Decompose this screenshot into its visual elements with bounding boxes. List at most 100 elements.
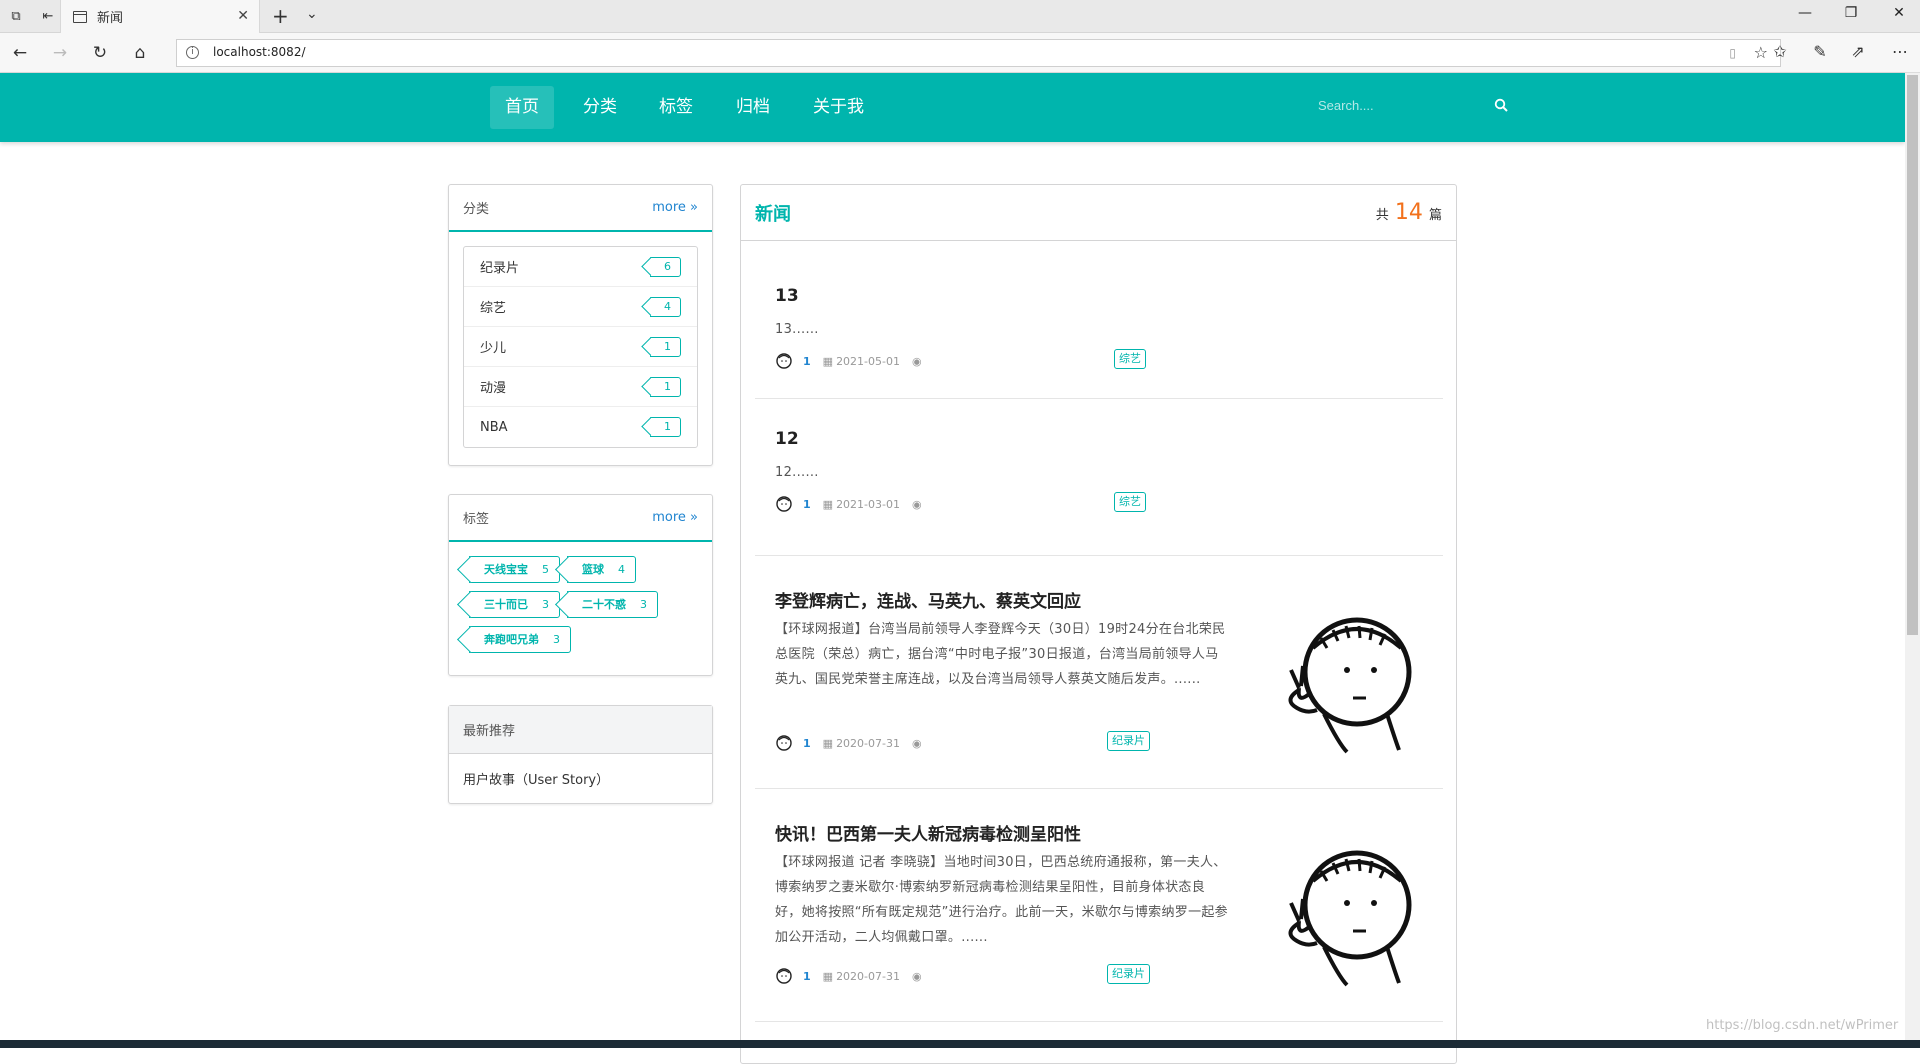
double-chevron-right-icon: » [690, 510, 698, 525]
category-count-label: 1 [650, 376, 681, 397]
category-count-label: 6 [650, 256, 681, 277]
nav-about[interactable]: 关于我 [798, 86, 879, 129]
post-list-panel: 新闻 共 14 篇 13 13...... 1 ▦ 2021-05-01 ◉ 综… [740, 184, 1457, 1064]
post-category-tag[interactable]: 纪录片 [1107, 964, 1150, 984]
avatar[interactable] [775, 967, 793, 985]
minimize-icon[interactable]: — [1790, 5, 1820, 21]
tag-item[interactable]: 篮球 4 [567, 556, 636, 583]
nav-categories[interactable]: 分类 [568, 86, 632, 129]
tag-cloud: 天线宝宝 5 篮球 4 三十而已 3 二十不惑 3 奔跑吧兄弟 3 [449, 542, 712, 669]
category-item[interactable]: NBA 1 [464, 407, 697, 447]
favorites-icon[interactable]: ✩ [1768, 42, 1792, 61]
tag-item[interactable]: 三十而已 3 [469, 591, 560, 618]
post-excerpt: 13...... [775, 322, 819, 337]
nav-tags[interactable]: 标签 [644, 86, 708, 129]
post-category-tag[interactable]: 纪录片 [1107, 731, 1150, 751]
close-tab-icon[interactable]: ✕ [237, 8, 249, 24]
category-item[interactable]: 综艺 4 [464, 287, 697, 327]
forward-icon[interactable]: → [48, 42, 72, 64]
post-meta: 1 ▦ 2021-03-01 ◉ [775, 494, 922, 514]
post-item[interactable]: 李登辉病亡，连战、马英九、蔡英文回应 【环球网报道】台湾当局前领导人李登辉今天（… [755, 556, 1443, 789]
post-category-tag[interactable]: 综艺 [1114, 492, 1146, 512]
tags-more-link[interactable]: more » [652, 510, 698, 525]
author-name[interactable]: 1 [803, 498, 811, 511]
eye-icon: ◉ [912, 354, 922, 368]
post-thumbnail-image[interactable] [1269, 604, 1419, 754]
address-bar: ← → ↻ ⌂ i localhost:8082/ ▯ ☆ ✩ ✎ ⇗ ⋯ [0, 33, 1920, 73]
calendar-icon: ▦ [822, 497, 834, 511]
post-count: 共 14 篇 [1375, 200, 1442, 225]
search-input[interactable] [1308, 93, 1458, 118]
tag-item[interactable]: 天线宝宝 5 [469, 556, 560, 583]
post-title[interactable]: 12 [775, 429, 799, 449]
author-name[interactable]: 1 [803, 737, 811, 750]
close-window-icon[interactable]: ✕ [1884, 5, 1914, 21]
avatar[interactable] [775, 734, 793, 752]
nav-archive[interactable]: 归档 [721, 86, 785, 129]
post-date: 2020-07-31 [836, 969, 900, 983]
back-icon[interactable]: ← [8, 42, 32, 64]
chevron-down-icon[interactable]: ⌄ [306, 6, 318, 22]
tab-actions-icon[interactable]: ⧉ [4, 5, 28, 27]
calendar-icon: ▦ [822, 969, 834, 983]
avatar[interactable] [775, 352, 793, 370]
recommend-item[interactable]: 用户故事（User Story） [449, 754, 712, 802]
post-excerpt: 12...... [775, 465, 819, 480]
post-meta: 1 ▦ 2020-07-31 ◉ [775, 966, 922, 986]
eye-icon: ◉ [912, 497, 922, 511]
post-item[interactable]: 快讯！巴西第一夫人新冠病毒检测呈阳性 【环球网报道 记者 李晓骁】当地时间30日… [755, 789, 1443, 1022]
post-list-title: 新闻 [755, 203, 791, 225]
post-date: 2021-05-01 [836, 354, 900, 368]
post-category-tag[interactable]: 综艺 [1114, 349, 1146, 369]
author-name[interactable]: 1 [803, 355, 811, 368]
browser-tab[interactable]: 新闻 ✕ [60, 0, 260, 33]
more-icon[interactable]: ⋯ [1888, 42, 1912, 61]
post-thumbnail-image[interactable] [1269, 837, 1419, 987]
author-name[interactable]: 1 [803, 970, 811, 983]
post-date: 2020-07-31 [836, 736, 900, 750]
category-list: 纪录片 6 综艺 4 少儿 1 动漫 1 NBA 1 [463, 246, 698, 448]
watermark: https://blog.csdn.net/wPrimer [1706, 1018, 1899, 1033]
avatar[interactable] [775, 495, 793, 513]
page-scrollbar[interactable] [1905, 73, 1920, 1040]
recommend-title: 最新推荐 [449, 706, 712, 754]
tag-item[interactable]: 奔跑吧兄弟 3 [469, 626, 571, 653]
post-title[interactable]: 快讯！巴西第一夫人新冠病毒检测呈阳性 [775, 820, 1081, 845]
page-icon [73, 10, 87, 23]
post-meta: 1 ▦ 2020-07-31 ◉ [775, 733, 922, 753]
scrollbar-thumb[interactable] [1907, 75, 1918, 635]
category-item[interactable]: 动漫 1 [464, 367, 697, 407]
favorite-star-icon[interactable]: ☆ [1754, 43, 1768, 62]
post-title[interactable]: 李登辉病亡，连战、马英九、蔡英文回应 [775, 587, 1081, 612]
site-header: 首页 分类 标签 归档 关于我 [0, 73, 1905, 142]
url-field[interactable]: i localhost:8082/ ▯ ☆ [176, 39, 1781, 67]
reading-view-icon[interactable]: ▯ [1729, 46, 1736, 60]
tab-title: 新闻 [97, 11, 124, 26]
post-excerpt: 【环球网报道】台湾当局前领导人李登辉今天（30日）19时24分在台北荣民总医院（… [775, 622, 1226, 687]
refresh-icon[interactable]: ↻ [88, 42, 112, 64]
url-text: localhost:8082/ [213, 45, 306, 59]
post-meta: 1 ▦ 2021-05-01 ◉ [775, 351, 922, 371]
post-item[interactable]: 13 13...... 1 ▦ 2021-05-01 ◉ 综艺 [755, 242, 1443, 399]
categories-more-link[interactable]: more » [652, 200, 698, 215]
info-icon[interactable]: i [186, 46, 199, 59]
eye-icon: ◉ [912, 736, 922, 750]
restore-icon[interactable]: ❐ [1836, 5, 1866, 21]
post-list-header: 新闻 共 14 篇 [741, 185, 1456, 241]
tag-item[interactable]: 二十不惑 3 [567, 591, 658, 618]
calendar-icon: ▦ [822, 354, 834, 368]
tags-panel: 标签 more » 天线宝宝 5 篮球 4 三十而已 3 二十不惑 3 奔跑吧兄弟 3 [448, 494, 713, 676]
home-icon[interactable]: ⌂ [128, 42, 152, 64]
new-tab-icon[interactable]: + [272, 4, 289, 28]
category-count-label: 1 [650, 336, 681, 357]
pen-icon[interactable]: ✎ [1808, 42, 1832, 61]
eye-icon: ◉ [912, 969, 922, 983]
post-title[interactable]: 13 [775, 286, 799, 306]
set-aside-tabs-icon[interactable]: ⇤ [36, 5, 60, 27]
share-icon[interactable]: ⇗ [1846, 42, 1870, 61]
category-item[interactable]: 纪录片 6 [464, 247, 697, 287]
nav-home[interactable]: 首页 [490, 86, 554, 129]
search-icon[interactable] [1494, 98, 1508, 112]
category-item[interactable]: 少儿 1 [464, 327, 697, 367]
post-item[interactable]: 12 12...... 1 ▦ 2021-03-01 ◉ 综艺 [755, 399, 1443, 556]
